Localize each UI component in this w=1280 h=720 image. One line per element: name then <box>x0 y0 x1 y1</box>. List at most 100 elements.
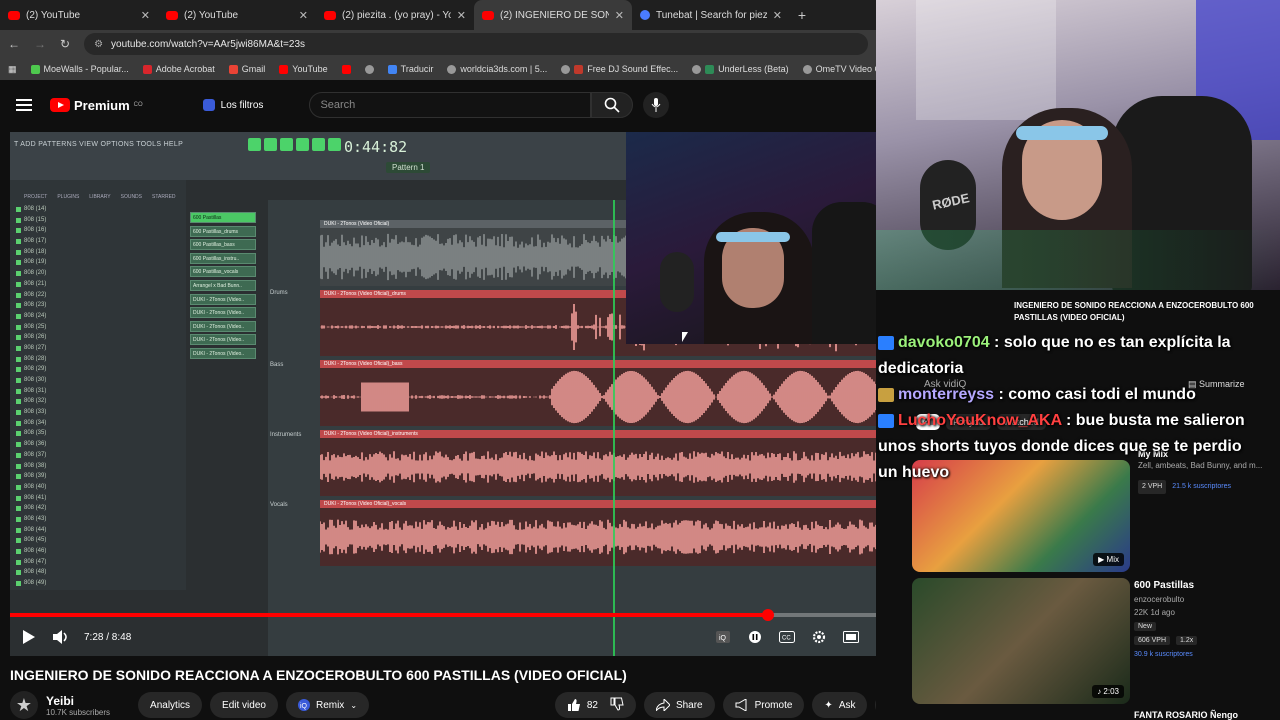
dislike-button[interactable] <box>610 697 624 714</box>
video-player[interactable]: T ADD PATTERNS VIEW OPTIONS TOOLS HELP 0… <box>10 132 902 656</box>
vidiq-button[interactable]: iQ <box>714 630 732 644</box>
engagement-actions: 82 Share Promote ✦ Ask ••• <box>554 692 902 718</box>
forward-arrow-icon[interactable]: → <box>34 37 46 51</box>
svg-text:iQ: iQ <box>719 635 727 642</box>
youtube-premium-logo[interactable]: Premium CO <box>50 98 143 113</box>
bookmark-globe[interactable] <box>364 64 374 74</box>
tab-tunebat[interactable]: Tunebat | Search for piezita cer ✕ <box>632 0 790 30</box>
close-tab-icon[interactable]: ✕ <box>615 9 624 22</box>
chat-text-continued: dedicatoria <box>878 360 964 377</box>
share-button[interactable]: Share <box>643 692 715 718</box>
close-tab-icon[interactable]: ✕ <box>141 9 150 22</box>
channel-avatar[interactable]: ★ <box>10 691 38 719</box>
player-right-controls: iQ CC <box>714 630 892 644</box>
theater-icon <box>843 631 859 643</box>
chat-message: LuchoYouKnow_AKA : bue busta me salieron <box>876 408 1280 434</box>
edit-video-button[interactable]: Edit video <box>210 692 278 718</box>
fl-browser-item: 808 (28) <box>10 354 186 365</box>
fl-channel: 600 Pastillas_bass <box>190 239 256 251</box>
fl-browser-item: 808 (43) <box>10 514 186 525</box>
analytics-button[interactable]: Analytics <box>138 692 203 718</box>
mouse-cursor-icon <box>682 332 688 342</box>
video-progress-bar[interactable] <box>10 609 902 621</box>
bookmark-youtube[interactable]: YouTube <box>279 64 328 74</box>
video-stats: 22K 1d ago <box>1134 608 1175 617</box>
bookmark-underless[interactable]: UnderLess (Beta) <box>692 64 789 74</box>
new-tab-button[interactable]: + <box>790 7 814 23</box>
mix-badge-label: Mix <box>1106 555 1119 564</box>
search-input[interactable]: Search <box>309 92 592 118</box>
next-video-title[interactable]: FANTA ROSARIO Ñengo <box>1134 710 1238 720</box>
microphone-icon <box>652 98 661 112</box>
fl-browser-item: 808 (45) <box>10 535 186 546</box>
video-title[interactable]: 600 Pastillas <box>1134 580 1274 591</box>
reload-icon[interactable]: ↻ <box>60 37 70 51</box>
tab-youtube-2[interactable]: (2) YouTube ✕ <box>158 0 316 30</box>
site-info-icon[interactable]: ⚙ <box>94 39 103 50</box>
bookmark-youtube-2[interactable] <box>341 64 351 74</box>
country-code: CO <box>133 102 143 108</box>
fl-browser-item: 808 (31) <box>10 386 186 397</box>
waveform <box>320 451 901 483</box>
fl-browser-item: 808 (36) <box>10 439 186 450</box>
ask-label: Ask <box>838 699 856 711</box>
captions-button[interactable]: CC <box>778 630 796 644</box>
fl-browser-item: 808 (38) <box>10 461 186 472</box>
fl-channel: DUKI - 2Tonos (Video.. <box>190 347 256 359</box>
bookmark-gmail[interactable]: Gmail <box>228 64 265 74</box>
filter-extension-icon <box>202 99 215 111</box>
play-button[interactable] <box>20 630 38 644</box>
bookmark-dj[interactable]: Free DJ Sound Effec... <box>561 64 678 74</box>
channel-name[interactable]: Yeibi <box>46 694 110 708</box>
video-meta-row: ★ Yeibi 10.7K subscribers Analytics Edit… <box>10 690 902 720</box>
fl-browser-item: 808 (19) <box>10 257 186 268</box>
hamburger-menu-icon[interactable] <box>16 99 32 111</box>
filters-label: Los filtros <box>220 99 264 111</box>
globe-icon <box>364 64 374 74</box>
mix-badge: ▶ Mix <box>1093 553 1124 566</box>
url-field[interactable]: ⚙ youtube.com/watch?v=AAr5jwi86MA&t=23s <box>84 33 868 55</box>
bookmark-adobe[interactable]: Adobe Acrobat <box>142 64 215 74</box>
fl-tab: SOUNDS <box>120 194 143 200</box>
bookmark-worldcia[interactable]: worldcia3ds.com | 5... <box>447 64 547 74</box>
fl-studio-toolbar: T ADD PATTERNS VIEW OPTIONS TOOLS HELP 0… <box>10 132 626 180</box>
streamer-webcam: RØDE <box>876 0 1280 290</box>
bookmark-moewalls[interactable]: MoeWalls - Popular... <box>30 64 129 74</box>
bookmark-label: Adobe Acrobat <box>155 64 215 74</box>
chat-username: LuchoYouKnow_AKA <box>898 412 1062 429</box>
like-button[interactable]: 82 <box>567 698 598 712</box>
close-tab-icon[interactable]: ✕ <box>299 9 308 22</box>
pause-autoplay-button[interactable] <box>746 630 764 644</box>
address-bar-row: ← → ↻ ⚙ youtube.com/watch?v=AAr5jwi86MA&… <box>0 30 876 58</box>
tab-youtube-1[interactable]: (2) YouTube ✕ <box>0 0 158 30</box>
settings-button[interactable] <box>810 630 828 644</box>
fl-browser-tabs: PROJECT PLUGINS LIBRARY SOUNDS STARRED <box>10 180 186 204</box>
search-button[interactable] <box>591 92 634 118</box>
search-placeholder: Search <box>320 99 356 111</box>
volume-button[interactable] <box>52 630 70 644</box>
filters-button[interactable]: Los filtros <box>202 99 264 111</box>
track-clip-bass: DUKI - 2Tonos (Video Oficial)_bass <box>320 360 902 426</box>
tab-ingeniero-active[interactable]: (2) INGENIERO DE SONIDO RE/ ✕ <box>474 0 632 30</box>
chat-badge-icon <box>878 414 894 428</box>
fl-channel: 600 Pastillas <box>190 212 256 223</box>
back-arrow-icon[interactable]: ← <box>8 37 20 51</box>
theater-mode-button[interactable] <box>842 630 860 644</box>
apps-grid-icon[interactable]: ▦ <box>8 64 17 75</box>
voice-search-button[interactable] <box>643 92 670 118</box>
video-thumbnail-600-pastillas[interactable]: ♪ 2:03 <box>912 578 1130 704</box>
microphone-shape <box>660 252 694 312</box>
close-tab-icon[interactable]: ✕ <box>773 9 782 22</box>
bookmark-ometv[interactable]: OmeTV Video Chat... <box>802 64 876 74</box>
remix-button[interactable]: iQ Remix ⌄ <box>285 692 370 718</box>
close-tab-icon[interactable]: ✕ <box>457 9 466 22</box>
tab-piezita[interactable]: (2) piezita . (yo pray) - YouTube ✕ <box>316 0 474 30</box>
fl-browser-item: 808 (24) <box>10 311 186 322</box>
bookmark-traducir[interactable]: Traducir <box>387 64 433 74</box>
video-channel[interactable]: enzocerobulto <box>1134 595 1274 604</box>
ask-button[interactable]: ✦ Ask <box>812 692 868 718</box>
fl-browser-item: 808 (49) <box>10 578 186 589</box>
promote-button[interactable]: Promote <box>722 692 805 718</box>
pause-circle-icon <box>749 631 761 643</box>
logo-text: Premium <box>74 97 130 113</box>
